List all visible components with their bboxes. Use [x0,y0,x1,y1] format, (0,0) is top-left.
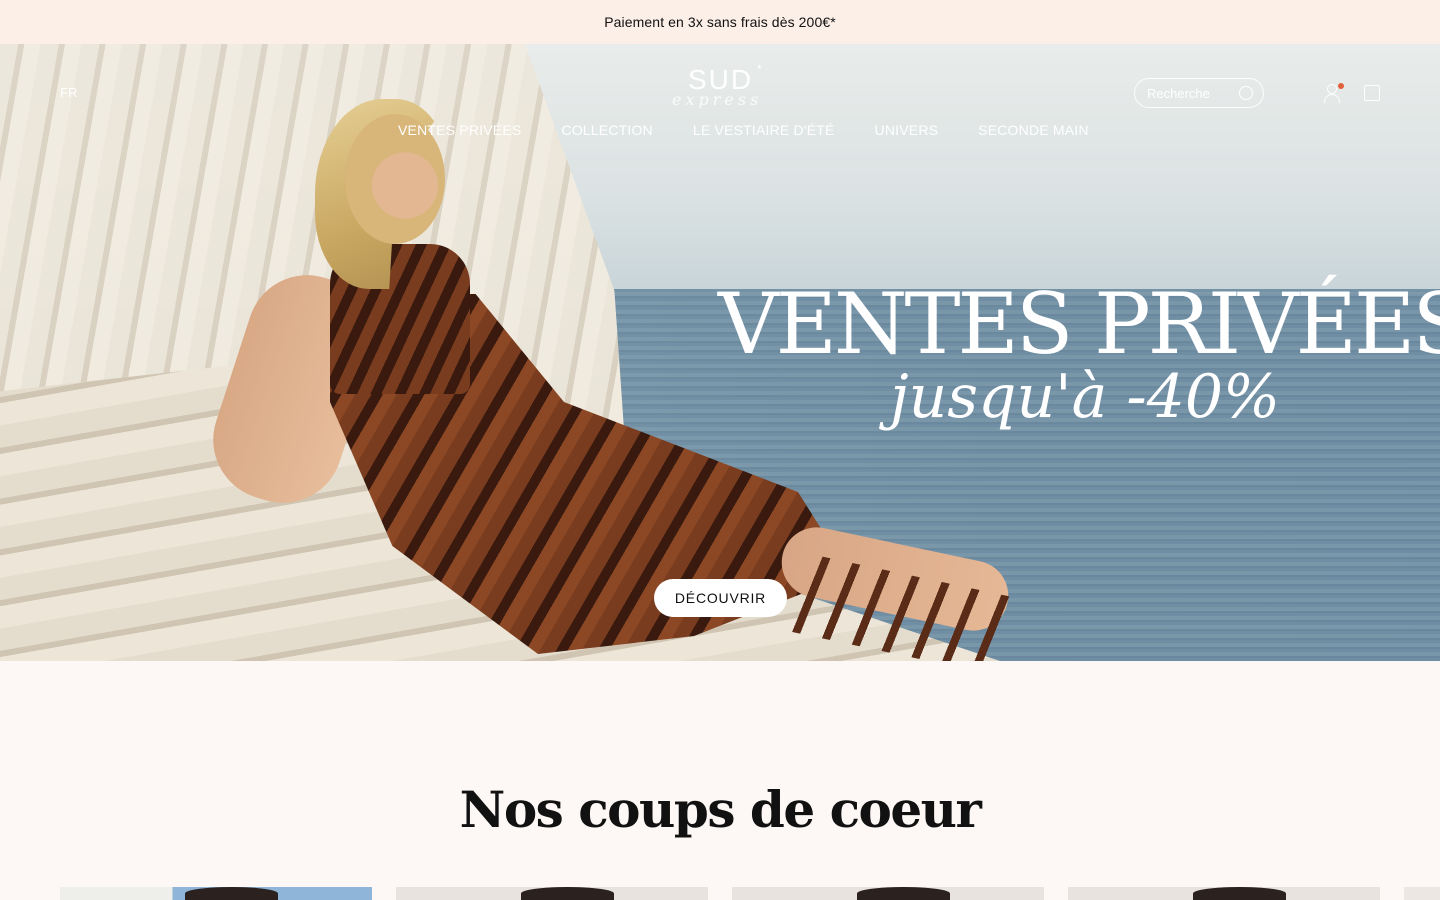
section-title: Nos coups de coeur [459,780,982,839]
logo-star: * [757,62,762,76]
product-card[interactable] [732,887,1044,900]
nav-seconde-main[interactable]: SECONDE MAIN [978,122,1089,138]
discover-button[interactable]: DÉCOUVRIR [654,579,787,617]
site-header: FR SUD * express VENTES PRIVÉES COLLECTI… [0,44,1440,154]
search-icon[interactable] [1239,86,1253,100]
hero-title: VENTES PRIVÉES [718,275,1440,373]
logo-sub-text: express [672,90,763,109]
main-nav: VENTES PRIVÉES COLLECTION LE VESTIAIRE D… [398,122,1089,138]
product-card[interactable] [1404,887,1440,900]
nav-vestiaire-ete[interactable]: LE VESTIAIRE D'ÉTÉ [693,122,835,138]
product-card[interactable] [60,887,372,900]
cart-icon[interactable] [1364,85,1380,101]
search-placeholder: Recherche [1147,85,1210,101]
nav-ventes-privees[interactable]: VENTES PRIVÉES [398,122,521,138]
search-input[interactable]: Recherche [1134,78,1264,108]
product-image [856,887,951,900]
logo[interactable]: SUD * express [672,62,782,118]
nav-collection[interactable]: COLLECTION [561,122,652,138]
product-image [1192,887,1287,900]
product-image [520,887,615,900]
announcement-bar: Paiement en 3x sans frais dès 200€* [0,0,1440,44]
product-image [184,887,279,900]
hero-subtitle: jusqu'à -40% [890,362,1281,432]
nav-univers[interactable]: UNIVERS [875,122,939,138]
hero-headline: VENTES PRIVÉES jusqu'à -40% [718,275,1440,432]
notification-dot [1338,83,1344,89]
announcement-text: Paiement en 3x sans frais dès 200€* [604,14,836,30]
language-selector[interactable]: FR [60,85,77,100]
product-card[interactable] [1068,887,1380,900]
product-card[interactable] [396,887,708,900]
product-grid [60,887,1380,900]
